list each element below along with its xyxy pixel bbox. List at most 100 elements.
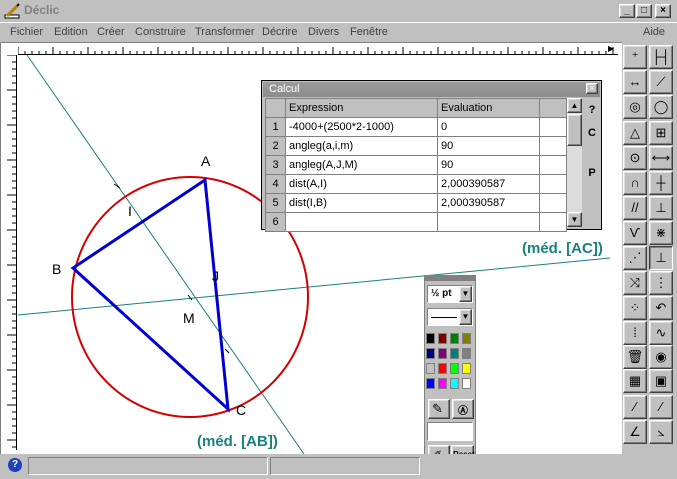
eraser-tool[interactable]: ◉ bbox=[649, 345, 673, 369]
color-swatch[interactable] bbox=[450, 333, 459, 344]
point-label-m[interactable]: M bbox=[183, 310, 195, 326]
line-style-select[interactable]: ▼ bbox=[427, 308, 473, 326]
empty-cell[interactable] bbox=[539, 193, 567, 213]
evaluation-cell[interactable]: 2,000390587 bbox=[437, 193, 540, 213]
row-number[interactable]: 4 bbox=[265, 174, 286, 194]
text-style-tool[interactable]: Ⓐ bbox=[452, 399, 474, 419]
expression-cell[interactable]: dist(A,I) bbox=[285, 174, 438, 194]
table-row[interactable]: 1 -4000+(2500*2-1000) 0 bbox=[265, 117, 567, 137]
evaluation-cell[interactable]: 0 bbox=[437, 117, 540, 137]
scroll-up-icon[interactable]: ▲ bbox=[567, 98, 582, 113]
angle-tool[interactable]: ∠ bbox=[623, 420, 647, 444]
calc-help-button[interactable]: ? bbox=[584, 104, 600, 116]
scroll-down-icon[interactable]: ▼ bbox=[567, 212, 582, 227]
ray-tool[interactable]: ⟋ bbox=[649, 70, 673, 94]
calc-close-button[interactable]: × bbox=[586, 83, 598, 94]
intersection-tool[interactable]: ┼ bbox=[649, 171, 673, 195]
row-number[interactable]: 2 bbox=[265, 136, 286, 156]
calc-scrollbar[interactable]: ▲ ▼ bbox=[567, 98, 582, 227]
grid-tool[interactable]: ▦ bbox=[623, 369, 647, 393]
calc-window[interactable]: Calcul × Expression Evaluation 1 -4000+(… bbox=[261, 80, 602, 232]
chevron-down-icon[interactable]: ▼ bbox=[459, 309, 472, 325]
empty-cell[interactable] bbox=[539, 174, 567, 194]
color-swatch[interactable] bbox=[462, 363, 471, 374]
color-swatch[interactable] bbox=[438, 363, 447, 374]
color-swatch[interactable] bbox=[462, 348, 471, 359]
table-row[interactable]: 2 angleg(a,i,m) 90 bbox=[265, 136, 567, 156]
line-tool[interactable]: ↔ bbox=[623, 70, 647, 94]
style-tool[interactable]: ▣ bbox=[649, 369, 673, 393]
point-label-b[interactable]: B bbox=[52, 261, 61, 277]
style-palette[interactable]: ½ pt ▼ ▼ ✎ Ⓐ ✐ Reset bbox=[424, 275, 476, 468]
table-row[interactable]: 3 angleg(A,J,M) 90 bbox=[265, 155, 567, 175]
symmetry-tool[interactable]: ⋮ bbox=[649, 271, 673, 295]
parallel-tool[interactable]: // bbox=[623, 196, 647, 220]
mediator-tool[interactable]: ⊥ bbox=[649, 246, 673, 270]
calc-table[interactable]: Expression Evaluation 1 -4000+(2500*2-10… bbox=[265, 98, 567, 232]
row-number[interactable]: 5 bbox=[265, 193, 286, 213]
menu-aide[interactable]: Aide bbox=[643, 26, 665, 38]
table-row[interactable]: 6 bbox=[265, 212, 567, 232]
calc-c-button[interactable]: C bbox=[584, 127, 600, 139]
rotation-tool[interactable]: ⤨ bbox=[623, 271, 647, 295]
maximize-button[interactable]: □ bbox=[636, 4, 652, 18]
column-header-expression[interactable]: Expression bbox=[285, 98, 438, 118]
color-swatch[interactable] bbox=[426, 348, 435, 359]
close-button[interactable]: × bbox=[655, 4, 671, 18]
question-icon[interactable]: ? bbox=[8, 458, 22, 472]
expression-cell[interactable] bbox=[285, 212, 438, 232]
calc-p-button[interactable]: P bbox=[584, 167, 600, 179]
square-tool[interactable]: ⊞ bbox=[649, 121, 673, 145]
measure2-tool[interactable]: ⁄ bbox=[649, 395, 673, 419]
measure-tool[interactable]: ⁄ bbox=[623, 395, 647, 419]
angle-measure-tool[interactable]: ⦣ bbox=[649, 420, 673, 444]
color-swatch[interactable] bbox=[450, 363, 459, 374]
rotate-arrow-tool[interactable]: ↶ bbox=[649, 296, 673, 320]
color-swatch[interactable] bbox=[462, 378, 471, 389]
color-swatch[interactable] bbox=[438, 333, 447, 344]
palette-grip[interactable] bbox=[425, 276, 475, 281]
scroll-thumb[interactable] bbox=[567, 114, 582, 146]
evaluation-cell[interactable]: 2,000390587 bbox=[437, 174, 540, 194]
color-swatch[interactable] bbox=[450, 348, 459, 359]
row-number[interactable]: 1 bbox=[265, 117, 286, 137]
expression-cell[interactable]: angleg(A,J,M) bbox=[285, 155, 438, 175]
row-number[interactable]: 3 bbox=[265, 155, 286, 175]
evaluation-cell[interactable]: 90 bbox=[437, 136, 540, 156]
calc-title-bar[interactable]: Calcul × bbox=[263, 82, 600, 97]
homothety-tool[interactable]: ⁘ bbox=[623, 296, 647, 320]
table-row[interactable]: 5 dist(I,B) 2,000390587 bbox=[265, 193, 567, 213]
empty-cell[interactable] bbox=[539, 117, 567, 137]
perpendicular-tool[interactable]: ⊥ bbox=[649, 196, 673, 220]
expression-cell[interactable]: dist(I,B) bbox=[285, 193, 438, 213]
delete-tool[interactable]: 🗑 bbox=[623, 345, 647, 369]
color-swatch[interactable] bbox=[438, 378, 447, 389]
tangent-tool[interactable]: ⋇ bbox=[649, 221, 673, 245]
point-tool[interactable]: ⁺ bbox=[623, 45, 647, 69]
color-swatch[interactable] bbox=[426, 333, 435, 344]
evaluation-cell[interactable] bbox=[437, 212, 540, 232]
color-swatch[interactable] bbox=[438, 348, 447, 359]
column-header-evaluation[interactable]: Evaluation bbox=[437, 98, 540, 118]
chevron-down-icon[interactable]: ▼ bbox=[459, 286, 472, 302]
locus-tool[interactable]: ⁞ bbox=[623, 321, 647, 345]
mediator-ab-label[interactable]: (méd. [AB]) bbox=[197, 433, 278, 450]
empty-cell[interactable] bbox=[539, 155, 567, 175]
row-number[interactable]: 6 bbox=[265, 212, 286, 232]
polygon-tool[interactable]: △ bbox=[623, 121, 647, 145]
bisector-tool[interactable]: Ѵ bbox=[623, 221, 647, 245]
evaluation-cell[interactable]: 90 bbox=[437, 155, 540, 175]
triangle-abc[interactable] bbox=[70, 177, 230, 413]
mediator-ac-line[interactable] bbox=[17, 257, 611, 316]
point-label-i[interactable]: I bbox=[128, 203, 132, 219]
curve-tool[interactable]: ∿ bbox=[649, 321, 673, 345]
point-label-j[interactable]: J bbox=[212, 268, 219, 284]
color-swatch[interactable] bbox=[462, 333, 471, 344]
expression-cell[interactable]: angleg(a,i,m) bbox=[285, 136, 438, 156]
empty-cell[interactable] bbox=[539, 212, 567, 232]
segment-tool[interactable]: ├┤ bbox=[649, 45, 673, 69]
midpoint-tool[interactable]: ⟷ bbox=[649, 146, 673, 170]
translation-tool[interactable]: ⋰ bbox=[623, 246, 647, 270]
center-tool[interactable]: ⊙ bbox=[623, 146, 647, 170]
table-row[interactable]: 4 dist(A,I) 2,000390587 bbox=[265, 174, 567, 194]
